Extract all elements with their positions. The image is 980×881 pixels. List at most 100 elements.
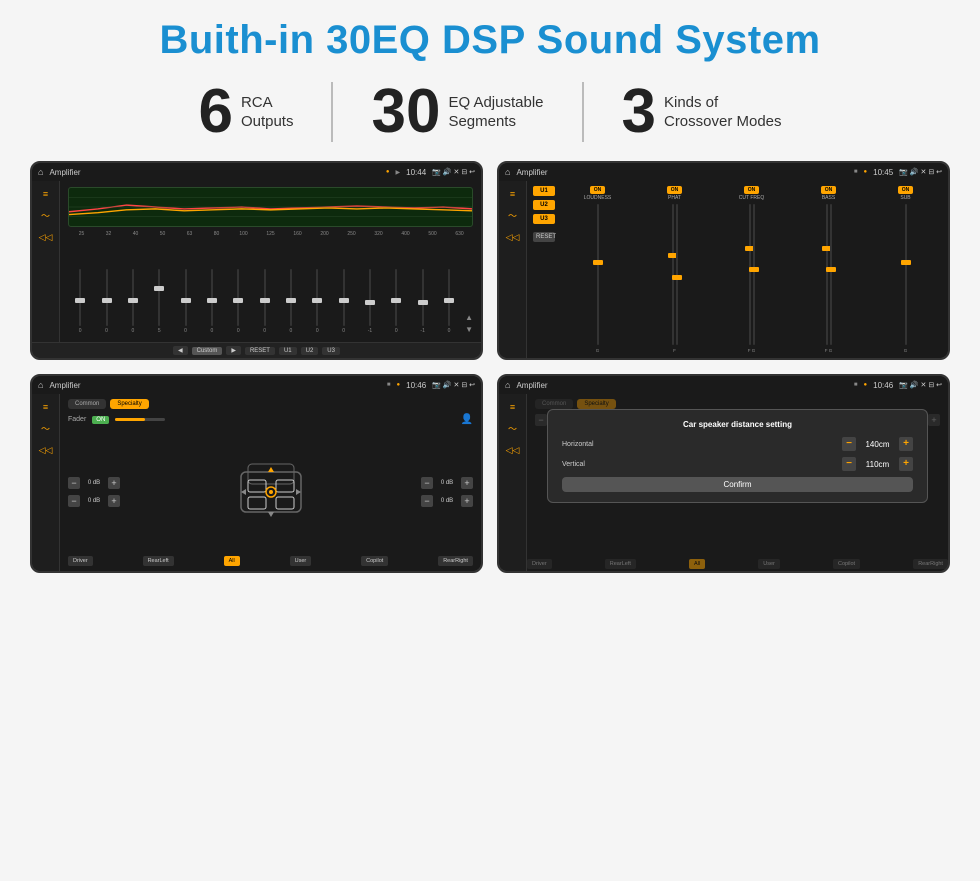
fader-user-btn[interactable]: User [290, 556, 312, 566]
sidebar-wave-icon[interactable]: 〜 [41, 209, 50, 222]
fader-sidebar-eq[interactable]: ≡ [43, 402, 48, 412]
modal-horizontal-plus[interactable]: + [899, 437, 913, 451]
dist-sidebar-eq[interactable]: ≡ [510, 402, 515, 412]
xo-sidebar-wave[interactable]: 〜 [508, 209, 517, 222]
eq-slider-5[interactable]: 0 [200, 269, 224, 334]
confirm-button[interactable]: Confirm [562, 477, 913, 492]
topbar-home-icon[interactable]: ⌂ [38, 167, 43, 177]
dist-tab-specialty: Specialty [577, 399, 615, 409]
fader-sidebar-spk[interactable]: ◁◁ [39, 445, 53, 456]
eq-slider-14[interactable]: 0 [437, 269, 461, 334]
xo-sidebar-eq[interactable]: ≡ [510, 189, 515, 199]
xo-cutfreq-slider1[interactable] [749, 204, 751, 345]
eq-u2-btn[interactable]: U2 [301, 347, 319, 355]
eq-slider-8[interactable]: 0 [279, 269, 303, 334]
vol-rr-plus[interactable]: + [461, 495, 473, 507]
eq-arrow-down[interactable]: ▼ [465, 325, 473, 334]
eq-slider-4[interactable]: 0 [173, 269, 197, 334]
dist-time: 10:46 [873, 381, 893, 390]
car-svg [226, 452, 316, 532]
xo-u2-btn[interactable]: U2 [533, 200, 555, 210]
stat-rca: 6 RCA Outputs [160, 81, 331, 143]
sidebar-eq-icon[interactable]: ≡ [43, 189, 48, 199]
dist-sidebar-wave[interactable]: 〜 [508, 422, 517, 435]
fader-bottom: Driver RearLeft All User Copilot RearRig… [68, 556, 473, 566]
xo-phat-on[interactable]: ON [667, 186, 683, 194]
xo-bass-on[interactable]: ON [821, 186, 837, 194]
vol-rr-minus[interactable]: − [421, 495, 433, 507]
xo-reset-btn[interactable]: RESET [533, 232, 555, 242]
xo-sub-on[interactable]: ON [898, 186, 914, 194]
eq-slider-13[interactable]: -1 [410, 269, 434, 334]
modal-horizontal-row: Horizontal − 140cm + [562, 437, 913, 451]
eq-slider-3[interactable]: 5 [147, 269, 171, 334]
vol-rl-plus[interactable]: + [108, 495, 120, 507]
vol-fl-plus[interactable]: + [108, 477, 120, 489]
xo-u3-btn[interactable]: U3 [533, 214, 555, 224]
xo-presets: U1 U2 U3 RESET [533, 186, 555, 353]
xo-bass-slider2[interactable] [830, 204, 832, 345]
xo-sidebar-spk[interactable]: ◁◁ [506, 232, 520, 243]
xo-body: ≡ 〜 ◁◁ U1 U2 U3 RESET [499, 181, 948, 358]
xo-dot: ■ [854, 169, 858, 175]
xo-sub-slider[interactable] [905, 204, 907, 345]
fader-all-btn[interactable]: All [224, 556, 240, 566]
modal-horizontal-minus[interactable]: − [842, 437, 856, 451]
vol-fr-minus[interactable]: − [421, 477, 433, 489]
xo-loudness-on[interactable]: ON [590, 186, 606, 194]
modal-vertical-plus[interactable]: + [899, 457, 913, 471]
fader-tab-specialty[interactable]: Specialty [110, 399, 148, 409]
eq-prev-btn[interactable]: ◀ [173, 346, 188, 355]
eq-slider-7[interactable]: 0 [252, 269, 276, 334]
dist-home-icon[interactable]: ⌂ [505, 380, 510, 390]
dist-sidebar-spk[interactable]: ◁◁ [506, 445, 520, 456]
fader-slider[interactable] [115, 415, 165, 425]
fader-dot1: ■ [387, 382, 391, 388]
fader-rearright-btn[interactable]: RearRight [438, 556, 473, 566]
eq-play-btn[interactable]: ▶ [226, 346, 241, 355]
xo-u1-btn[interactable]: U1 [533, 186, 555, 196]
fader-on-badge[interactable]: ON [92, 416, 109, 424]
eq-slider-9[interactable]: 0 [305, 269, 329, 334]
stat-crossover-text: Kinds of Crossover Modes [664, 93, 782, 132]
fader-tab-common[interactable]: Common [68, 399, 106, 409]
sidebar-speaker-icon[interactable]: ◁◁ [39, 232, 53, 243]
fader-driver-btn[interactable]: Driver [68, 556, 93, 566]
xo-home-icon[interactable]: ⌂ [505, 167, 510, 177]
freq-label-4: 63 [176, 231, 203, 237]
eq-arrow-up[interactable]: ▲ [465, 313, 473, 322]
eq-slider-0[interactable]: 0 [68, 269, 92, 334]
freq-label-9: 200 [311, 231, 338, 237]
eq-u3-btn[interactable]: U3 [322, 347, 340, 355]
fader-home-icon[interactable]: ⌂ [38, 380, 43, 390]
screen-eq: ⌂ Amplifier ● ▶ 10:44 📷 🔊 ✕ ⊟ ↩ ≡ 〜 ◁◁ [30, 161, 483, 360]
modal-vertical-minus[interactable]: − [842, 457, 856, 471]
freq-label-0: 25 [68, 231, 95, 237]
xo-cutfreq-on[interactable]: ON [744, 186, 760, 194]
eq-slider-12[interactable]: 0 [384, 269, 408, 334]
xo-loudness-slider[interactable] [597, 204, 599, 345]
eq-slider-10[interactable]: 0 [331, 269, 355, 334]
eq-slider-6[interactable]: 0 [226, 269, 250, 334]
vol-fl-minus[interactable]: − [68, 477, 80, 489]
modal-vertical-ctrl: − 110cm + [842, 457, 913, 471]
eq-reset-btn[interactable]: RESET [245, 347, 275, 355]
fader-copilot-btn[interactable]: Copilot [361, 556, 388, 566]
eq-slider-1[interactable]: 0 [94, 269, 118, 334]
fader-rearleft-btn[interactable]: RearLeft [143, 556, 174, 566]
vol-fr-plus[interactable]: + [461, 477, 473, 489]
dist-copilot-btn: Copilot [833, 559, 860, 569]
xo-cutfreq-slider2[interactable] [753, 204, 755, 345]
eq-slider-2[interactable]: 0 [121, 269, 145, 334]
freq-label-13: 500 [419, 231, 446, 237]
xo-bass-slider1[interactable] [826, 204, 828, 345]
xo-sub-label: SUB [900, 195, 910, 201]
fader-sidebar-wave[interactable]: 〜 [41, 422, 50, 435]
fader-label: Fader [68, 416, 86, 423]
eq-u1-btn[interactable]: U1 [279, 347, 297, 355]
vol-rl-minus[interactable]: − [68, 495, 80, 507]
dist-tab-common: Common [535, 399, 573, 409]
eq-custom-btn[interactable]: Custom [192, 347, 223, 355]
eq-slider-11[interactable]: -1 [358, 269, 382, 334]
xo-phat-slider2[interactable] [676, 204, 678, 345]
